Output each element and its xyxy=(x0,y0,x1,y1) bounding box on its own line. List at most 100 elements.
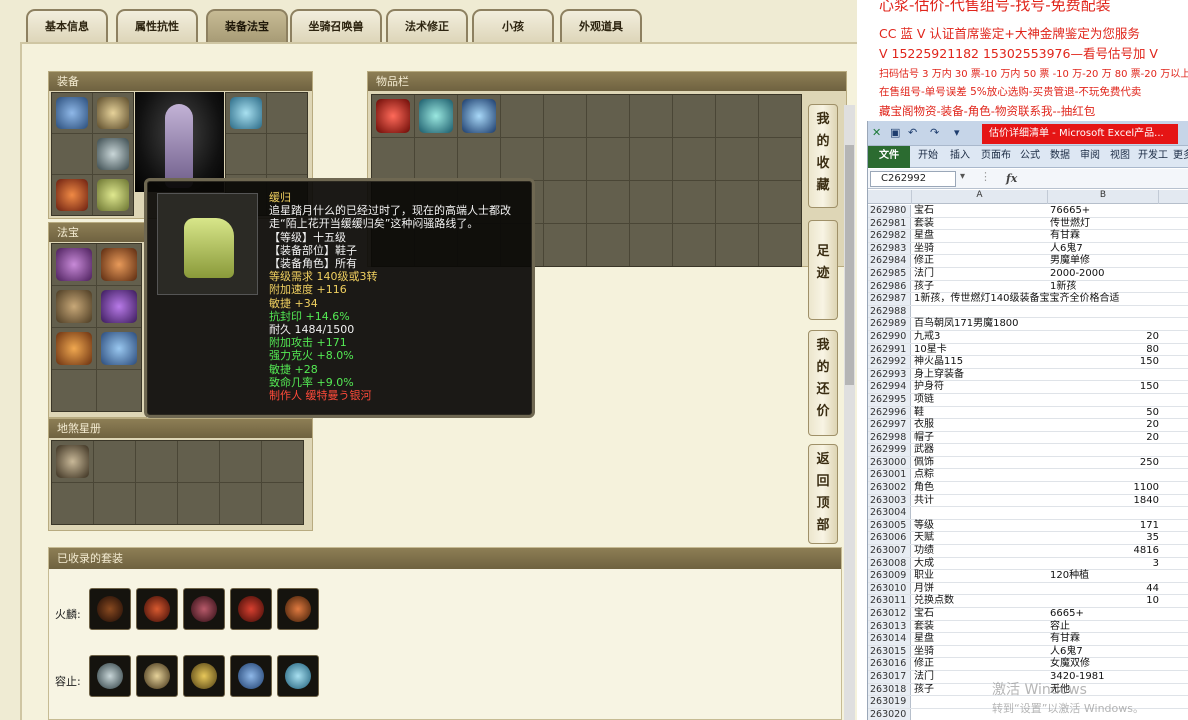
cell-b[interactable]: 50 xyxy=(1050,407,1159,419)
set-item-icon[interactable] xyxy=(277,655,319,697)
set-item-icon[interactable] xyxy=(136,588,178,630)
inventory-slot-empty[interactable] xyxy=(544,95,586,137)
cell-a[interactable]: 法门 xyxy=(914,268,1048,280)
tab-equipment-treasure[interactable]: 装备法宝 xyxy=(206,9,288,43)
cell-b[interactable]: 150 xyxy=(1050,356,1159,368)
row-number[interactable]: 262995 xyxy=(868,393,911,406)
page-scrollbar[interactable] xyxy=(844,105,855,720)
cell-b[interactable]: 女魔双修 xyxy=(1050,658,1159,670)
equipment-slot-weapon[interactable] xyxy=(52,175,92,215)
redo-icon[interactable]: ↷ xyxy=(930,126,939,139)
row-number[interactable]: 263014 xyxy=(868,633,911,645)
cell-a[interactable]: 帽子 xyxy=(914,432,1048,444)
row-number[interactable]: 263013 xyxy=(868,620,911,633)
cell-a[interactable]: 身上穿装备 xyxy=(914,369,1048,381)
my-bargain-button[interactable]: 我的还价 xyxy=(808,330,838,436)
equipment-slot-boots[interactable] xyxy=(93,175,133,215)
cell-b[interactable]: 6665+ xyxy=(1050,608,1159,620)
row-number[interactable]: 262999 xyxy=(868,444,911,456)
treasure-slot[interactable] xyxy=(97,328,141,369)
undo-icon[interactable]: ↶ xyxy=(908,126,917,139)
row-number[interactable]: 263004 xyxy=(868,507,911,519)
treasure-slot-empty[interactable] xyxy=(52,370,96,411)
cell-b[interactable]: 2000-2000 xyxy=(1050,268,1159,280)
back-to-top-button[interactable]: 返回顶部 xyxy=(808,444,838,544)
inventory-slot-empty[interactable] xyxy=(759,224,801,266)
inventory-slot[interactable] xyxy=(372,95,414,137)
star-book-slot-empty[interactable] xyxy=(178,441,219,482)
inventory-slot-empty[interactable] xyxy=(673,224,715,266)
ribbon-tab-data[interactable]: 数据 xyxy=(1046,146,1074,168)
cell-b[interactable]: 150 xyxy=(1050,381,1159,393)
ribbon-tab-view[interactable]: 视图 xyxy=(1106,146,1134,168)
column-header-b[interactable]: B xyxy=(1048,190,1159,204)
set-item-icon[interactable] xyxy=(89,588,131,630)
inventory-slot-empty[interactable] xyxy=(415,138,457,180)
row-number[interactable]: 262991 xyxy=(868,343,911,356)
cell-b[interactable]: 76665+ xyxy=(1050,205,1159,217)
cell-a[interactable]: 宝石 xyxy=(914,205,1048,217)
inventory-slot-empty[interactable] xyxy=(587,181,629,223)
cell-b[interactable]: 120种植 xyxy=(1050,570,1159,582)
row-number[interactable]: 262983 xyxy=(868,242,911,255)
row-number[interactable]: 263002 xyxy=(868,482,911,494)
inventory-slot-empty[interactable] xyxy=(673,138,715,180)
equipment-slot-mask[interactable] xyxy=(226,93,266,133)
cell-a[interactable]: 项链 xyxy=(914,394,1048,406)
cell-a[interactable]: 佩饰 xyxy=(914,457,1048,469)
ribbon-tab-insert[interactable]: 插入 xyxy=(946,146,974,168)
row-number[interactable]: 263009 xyxy=(868,570,911,582)
row-number[interactable]: 263020 xyxy=(868,708,911,720)
row-number[interactable]: 263005 xyxy=(868,519,911,532)
equipment-slot-empty[interactable] xyxy=(267,93,307,133)
row-number[interactable]: 263019 xyxy=(868,696,911,708)
row-number[interactable]: 262994 xyxy=(868,381,911,393)
cell-b[interactable]: 人6鬼7 xyxy=(1050,243,1159,255)
star-book-slot-empty[interactable] xyxy=(94,441,135,482)
cell-b[interactable]: 3 xyxy=(1050,558,1159,570)
star-book-slot-empty[interactable] xyxy=(136,441,177,482)
star-book-slot-empty[interactable] xyxy=(136,483,177,524)
row-number[interactable]: 262985 xyxy=(868,267,911,280)
inventory-slot-empty[interactable] xyxy=(458,138,500,180)
row-number[interactable]: 262998 xyxy=(868,431,911,444)
treasure-slot[interactable] xyxy=(52,328,96,369)
insert-function-icon[interactable]: fx xyxy=(1006,172,1017,185)
cell-b[interactable]: 80 xyxy=(1050,344,1159,356)
set-item-icon[interactable] xyxy=(89,655,131,697)
inventory-slot-empty[interactable] xyxy=(716,95,758,137)
treasure-slot[interactable] xyxy=(52,286,96,327)
cell-b[interactable]: 35 xyxy=(1050,532,1159,544)
save-icon[interactable]: ▣ xyxy=(890,126,900,139)
cell-b[interactable]: 1新孩 xyxy=(1050,281,1159,293)
inventory-slot-empty[interactable] xyxy=(501,95,543,137)
cell-a[interactable]: 月饼 xyxy=(914,583,1048,595)
cell-a[interactable]: 百鸟朝凤171男魔1800 xyxy=(914,318,1048,330)
cell-a[interactable]: 修正 xyxy=(914,255,1048,267)
set-item-icon[interactable] xyxy=(230,588,272,630)
set-item-icon[interactable] xyxy=(136,655,178,697)
equipment-slot-necklace[interactable] xyxy=(93,93,133,133)
cell-a[interactable]: 等级 xyxy=(914,520,1048,532)
inventory-slot-empty[interactable] xyxy=(759,181,801,223)
ribbon-tab-file[interactable]: 文件 xyxy=(868,146,910,168)
cell-a[interactable]: 九戒3 xyxy=(914,331,1048,343)
row-number[interactable]: 263001 xyxy=(868,469,911,482)
row-number[interactable]: 262982 xyxy=(868,230,911,242)
inventory-slot-empty[interactable] xyxy=(587,224,629,266)
ribbon-tab-review[interactable]: 审阅 xyxy=(1076,146,1104,168)
footprints-button[interactable]: 足迹 xyxy=(808,220,838,320)
cell-a[interactable]: 星盘 xyxy=(914,633,1048,645)
my-favorites-button[interactable]: 我的收藏 xyxy=(808,104,838,208)
tab-child[interactable]: 小孩 xyxy=(472,9,554,43)
row-number[interactable]: 262993 xyxy=(868,368,911,381)
star-book-slot-empty[interactable] xyxy=(178,483,219,524)
inventory-slot-empty[interactable] xyxy=(716,224,758,266)
row-number[interactable]: 263006 xyxy=(868,532,911,545)
cell-a[interactable]: 修正 xyxy=(914,658,1048,670)
row-number[interactable]: 263012 xyxy=(868,608,911,620)
ribbon-tab-more[interactable]: 更多 xyxy=(1172,146,1188,168)
row-number[interactable]: 263008 xyxy=(868,557,911,570)
row-number[interactable]: 263007 xyxy=(868,545,911,557)
name-box-dropdown-icon[interactable]: ▾ xyxy=(960,171,965,182)
